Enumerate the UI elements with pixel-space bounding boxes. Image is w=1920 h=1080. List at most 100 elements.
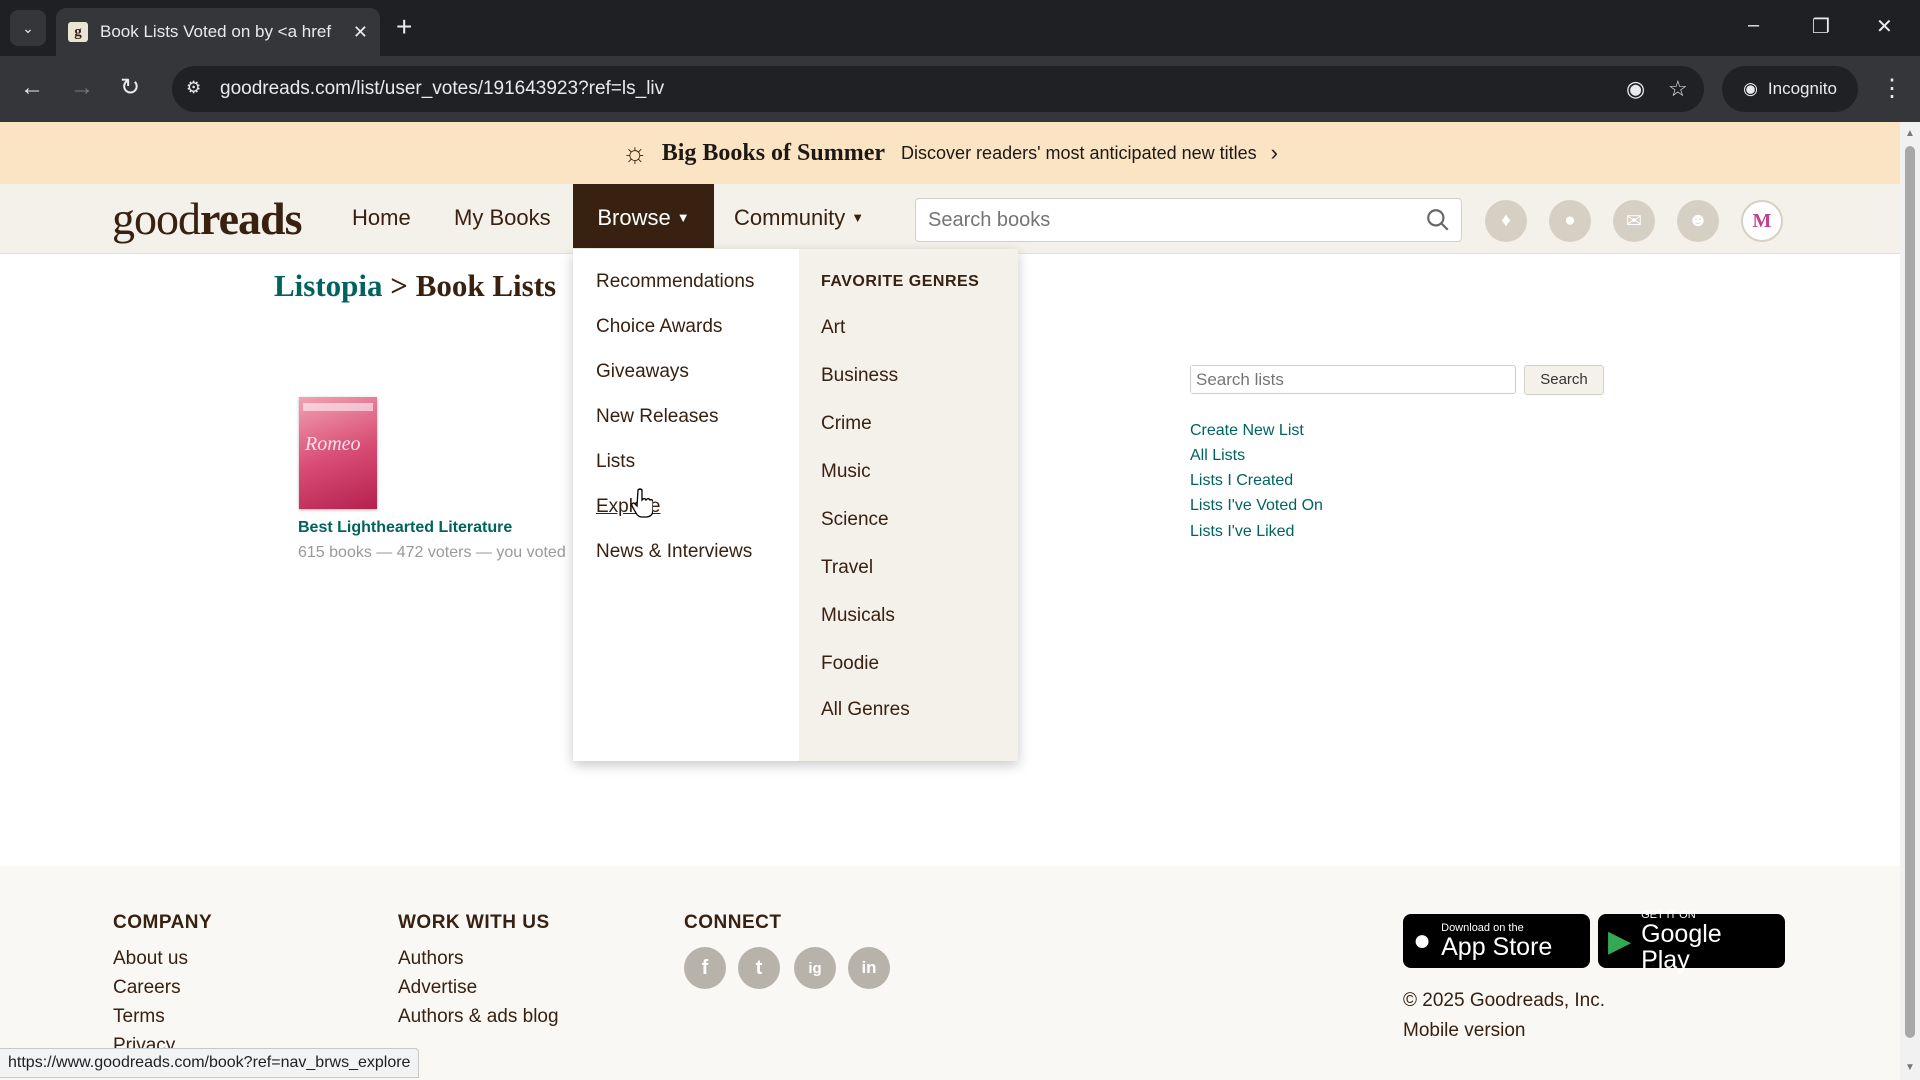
list-search-button[interactable]: Search [1524,365,1604,395]
footer-company-heading: COMPANY [113,912,213,933]
genre-foodie[interactable]: Foodie [821,653,879,675]
genre-art[interactable]: Art [821,317,845,339]
banner-text: Discover readers' most anticipated new t… [901,142,1257,163]
scroll-up-icon[interactable]: ▲ [1905,128,1915,139]
chevron-down-icon: ⌄ [22,19,34,36]
footer-careers-link[interactable]: Careers [113,977,181,999]
url-text[interactable]: goodreads.com/list/user_votes/191643923?… [220,78,664,100]
footer-ads-blog-link[interactable]: Authors & ads blog [398,1006,559,1028]
all-lists-link[interactable]: All Lists [1190,447,1245,465]
genre-science[interactable]: Science [821,509,889,531]
book-search-input[interactable] [916,199,1396,241]
tab-search-button[interactable]: ⌄ [10,10,46,46]
app-store-badge[interactable]: ● Download on the App Store [1403,914,1590,968]
site-header: goodreads Home My Books Browse ▼ Communit… [0,184,1900,254]
incognito-label: Incognito [1767,79,1837,98]
mobile-version-link[interactable]: Mobile version [1403,1020,1526,1042]
genre-crime[interactable]: Crime [821,413,872,435]
list-cover-image[interactable]: Romeo [299,397,377,509]
menu-lists[interactable]: Lists [596,451,635,473]
link-status-bar: https://www.goodreads.com/book?ref=nav_b… [0,1048,420,1078]
menu-news-interviews[interactable]: News & Interviews [596,541,752,563]
scroll-down-icon[interactable]: ▼ [1905,1062,1915,1073]
genre-musicals[interactable]: Musicals [821,605,895,627]
book-search-box [915,198,1462,242]
restore-icon[interactable]: ❐ [1812,14,1830,39]
footer-work-heading: WORK WITH US [398,912,550,933]
create-new-list-link[interactable]: Create New List [1190,422,1304,440]
sun-book-icon: ☼ [622,137,648,168]
list-meta: 615 books — 472 voters — you voted [298,544,566,561]
breadcrumb: Listopia > Book Lists [274,268,556,304]
linkedin-icon[interactable]: in [848,947,890,989]
list-search-input[interactable] [1191,366,1511,393]
bookmark-star-icon[interactable]: ☆ [1668,76,1688,102]
browser-toolbar: ← → ↻ ⚙ goodreads.com/list/user_votes/19… [0,56,1920,122]
search-icon[interactable] [1425,207,1451,233]
menu-new-releases[interactable]: New Releases [596,406,719,428]
copyright-text: © 2025 Goodreads, Inc. [1403,990,1606,1011]
list-search-box [1190,365,1516,394]
instagram-icon[interactable]: ig [794,947,836,989]
google-play-badge[interactable]: ▶ GET IT ON Google Play [1598,909,1785,973]
browser-menu-icon[interactable]: ⋮ [1880,74,1904,103]
footer-advertise-link[interactable]: Advertise [398,977,477,999]
lists-voted-link[interactable]: Lists I've Voted On [1190,497,1323,515]
scroll-thumb[interactable] [1905,146,1915,1038]
bell-icon[interactable]: ♦ [1485,200,1527,242]
mail-icon[interactable]: ✉ [1613,200,1655,242]
page-scrollbar[interactable]: ▲ ▼ [1900,122,1920,1080]
lists-created-link[interactable]: Lists I Created [1190,472,1293,490]
footer-terms-link[interactable]: Terms [113,1006,165,1028]
incognito-icon: ◉ [1743,79,1758,98]
genre-music[interactable]: Music [821,461,871,483]
facebook-icon[interactable]: f [684,947,726,989]
nav-my-books[interactable]: My Books [454,184,551,248]
tab-title: Book Lists Voted on by <a href [100,22,332,41]
forward-arrow-icon[interactable]: → [70,74,94,102]
site-info-icon[interactable]: ⚙ [186,78,201,98]
chat-bubble-icon[interactable]: ● [1549,200,1591,242]
tab-close-icon[interactable]: ✕ [353,22,368,43]
goodreads-favicon: g [68,22,88,42]
window-close-icon[interactable]: ✕ [1876,14,1893,39]
genres-heading: FAVORITE GENRES [821,273,980,290]
user-avatar[interactable]: M [1741,200,1783,242]
friends-icon[interactable]: ☻ [1677,200,1719,242]
play-triangle-icon: ▶ [1608,924,1632,958]
footer-authors-link[interactable]: Authors [398,948,463,970]
nav-browse[interactable]: Browse ▼ [573,184,714,248]
breadcrumb-current: Book Lists [415,268,557,303]
browser-tab[interactable]: g Book Lists Voted on by <a href ✕ [56,8,380,56]
incognito-badge[interactable]: ◉ Incognito [1722,66,1858,112]
new-tab-plus-icon[interactable]: + [396,12,412,42]
back-arrow-icon[interactable]: ← [20,74,44,102]
caret-down-icon: ▼ [851,210,865,225]
eye-slash-icon[interactable]: ◉ [1626,76,1645,102]
twitter-icon[interactable]: t [738,947,780,989]
nav-community[interactable]: Community ▼ [734,184,864,248]
caret-down-icon: ▼ [676,210,690,225]
list-title-link[interactable]: Best Lighthearted Literature [298,519,512,537]
menu-giveaways[interactable]: Giveaways [596,361,689,383]
apple-icon: ● [1413,924,1432,957]
menu-choice-awards[interactable]: Choice Awards [596,316,722,338]
goodreads-logo[interactable]: goodreads [112,192,302,245]
menu-recommendations[interactable]: Recommendations [596,271,754,293]
address-bar[interactable]: ⚙ goodreads.com/list/user_votes/19164392… [172,66,1704,112]
breadcrumb-separator: > [390,268,408,303]
promo-banner[interactable]: ☼ Big Books of Summer Discover readers' … [0,122,1900,184]
footer-about-link[interactable]: About us [113,948,188,970]
genre-all-genres[interactable]: All Genres [821,699,910,721]
nav-home[interactable]: Home [352,184,411,248]
footer-connect-heading: CONNECT [684,912,782,933]
chevron-right-icon: › [1270,140,1278,165]
banner-title: Big Books of Summer [661,139,886,166]
genre-travel[interactable]: Travel [821,557,873,579]
minimize-icon[interactable]: – [1748,14,1759,37]
lists-liked-link[interactable]: Lists I've Liked [1190,523,1294,541]
breadcrumb-listopia[interactable]: Listopia [274,268,383,303]
genre-business[interactable]: Business [821,365,898,387]
hand-cursor-icon [631,488,653,518]
reload-icon[interactable]: ↻ [120,74,140,102]
